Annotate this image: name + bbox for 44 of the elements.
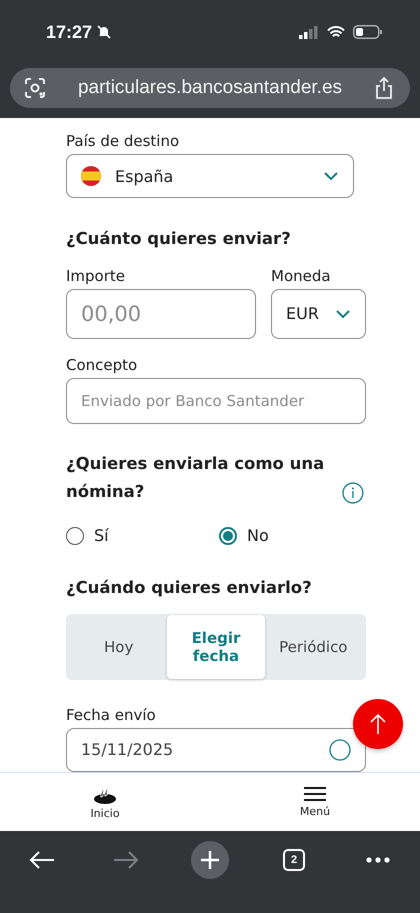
country-select[interactable]: España — [66, 154, 354, 198]
nav-item[interactable]: Inicio — [65, 784, 145, 820]
arrow-left-icon — [29, 850, 55, 870]
scroll-top-button[interactable] — [353, 699, 403, 749]
amount-field[interactable]: 00,00 — [66, 288, 256, 339]
field-label: Concepto — [66, 356, 138, 374]
radio-option[interactable]: Sí — [66, 526, 213, 546]
bell-off-icon — [96, 24, 112, 40]
flag-icon — [81, 166, 101, 186]
concept-field[interactable]: Enviado por Banco Santander — [66, 378, 366, 424]
radio-button[interactable] — [66, 526, 84, 545]
date-field[interactable]: 15/11/2025 — [66, 728, 366, 772]
field-label: País de destino — [66, 132, 180, 150]
chevron-down-icon — [335, 308, 351, 319]
radio-button[interactable] — [219, 526, 237, 545]
battery-icon — [353, 25, 382, 39]
section-heading: ¿Cuánto quieres enviar? — [66, 229, 292, 248]
section-heading: ¿Cuándo quieres enviarlo? — [66, 578, 313, 598]
field-label: Moneda — [271, 266, 332, 285]
nav-item[interactable]: Menú — [275, 786, 355, 818]
segment-tab[interactable]: Elegir fecha — [167, 614, 265, 679]
address-bar[interactable]: particulares.bancosantander.es — [10, 68, 410, 108]
signal-icon — [299, 26, 319, 38]
chevron-down-icon — [323, 171, 339, 182]
status-time: 17:27 — [46, 22, 92, 42]
currency-select[interactable]: EUR — [271, 288, 366, 339]
arrow-up-icon — [369, 713, 387, 735]
tabs-button[interactable]: 2 — [275, 841, 313, 879]
segment-tab[interactable]: Hoy — [70, 614, 168, 679]
segment-tab[interactable]: Periódico — [264, 614, 362, 679]
arrow-right-icon — [113, 850, 139, 870]
field-label: Importe — [66, 266, 126, 285]
share-icon[interactable] — [374, 77, 394, 99]
section-heading: ¿Quieres enviarla como una nómina? — [66, 453, 326, 504]
more-icon — [366, 857, 390, 863]
field-label: Fecha envío — [66, 706, 157, 724]
plus-icon — [200, 850, 220, 870]
info-icon[interactable] — [342, 482, 364, 504]
camera-search-icon[interactable] — [24, 77, 46, 99]
wifi-icon — [327, 26, 345, 38]
menu-icon — [304, 786, 326, 802]
radio-option[interactable]: No — [219, 526, 366, 546]
new-tab-button[interactable] — [191, 841, 229, 879]
url-text: particulares.bancosantander.es — [78, 77, 342, 99]
